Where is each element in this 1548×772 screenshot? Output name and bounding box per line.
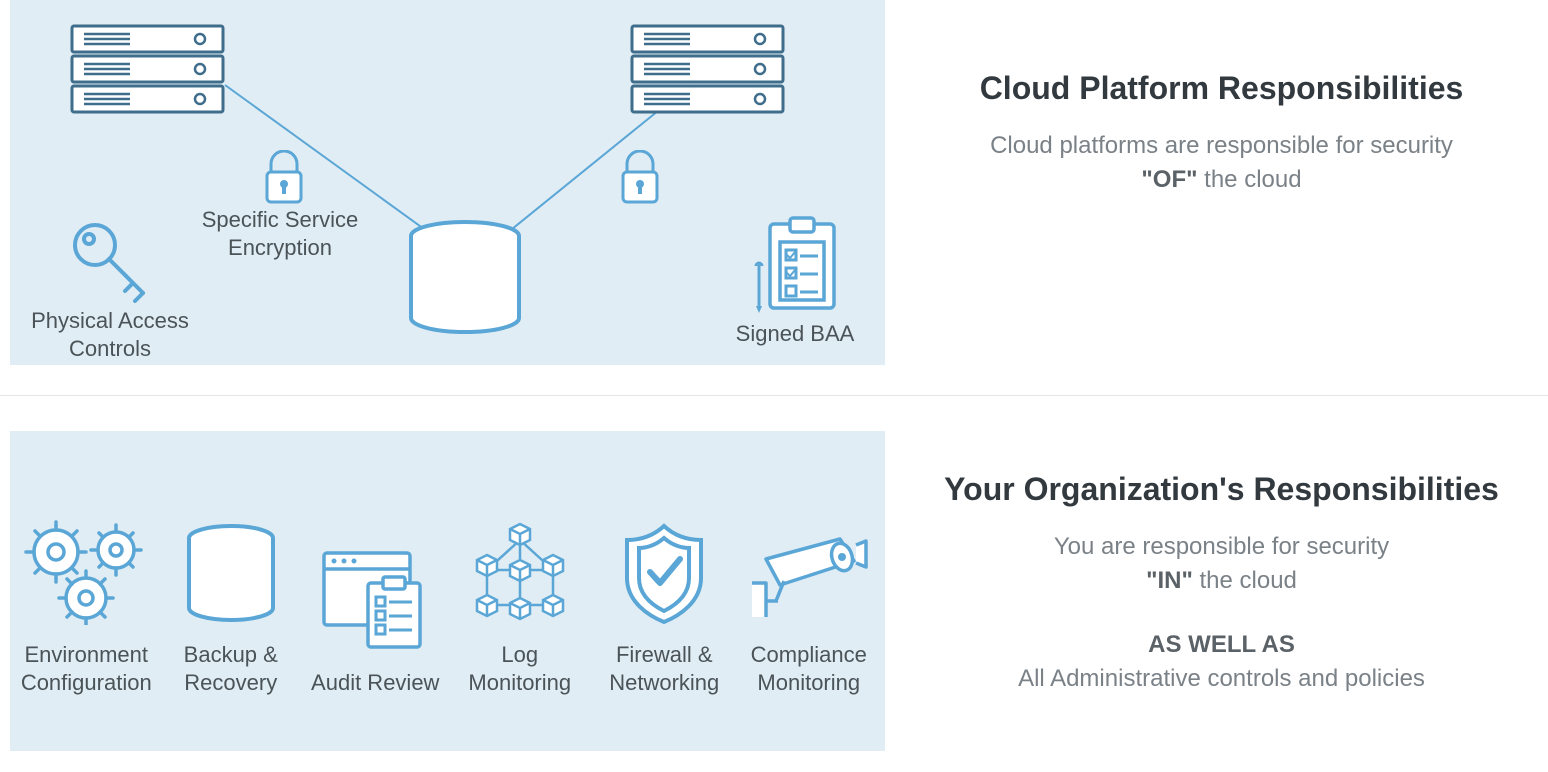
lock-right-icon (619, 150, 661, 206)
database-small-icon (181, 517, 281, 627)
admin-controls-label: All Administrative controls and policies (1018, 665, 1425, 693)
item-compliance-monitoring: Compliance Monitoring (739, 517, 879, 696)
section-divider (0, 395, 1548, 396)
cloud-responsibilities-diagram: Physical Access Controls Specific Servic… (10, 0, 885, 365)
bottom-section: Environment Configuration Backup & Recov… (0, 411, 1548, 771)
item-label: Firewall & Networking (594, 641, 734, 696)
gears-icon (21, 517, 151, 627)
item-label: Backup & Recovery (161, 641, 301, 696)
org-sub-in: "IN" (1146, 567, 1193, 594)
signed-baa-label: Signed BAA (720, 320, 870, 348)
as-well-as-label: AS WELL AS (1148, 631, 1295, 659)
item-environment-config: Environment Configuration (16, 517, 156, 696)
org-subtitle: You are responsible for security "IN" th… (1054, 530, 1389, 597)
item-firewall-networking: Firewall & Networking (594, 517, 734, 696)
item-label: Audit Review (311, 669, 439, 697)
key-icon (65, 215, 157, 307)
item-log-monitoring: Log Monitoring (450, 517, 590, 696)
audit-window-icon (320, 545, 430, 655)
item-backup-recovery: Backup & Recovery (161, 517, 301, 696)
org-responsibilities-text: Your Organization's Responsibilities You… (895, 431, 1548, 771)
top-section: Physical Access Controls Specific Servic… (0, 0, 1548, 385)
org-title: Your Organization's Responsibilities (944, 471, 1499, 508)
server-stack-left-icon (70, 22, 225, 116)
cloud-sub-of: "OF" (1141, 166, 1197, 193)
cloud-title: Cloud Platform Responsibilities (980, 70, 1464, 107)
network-cubes-icon (465, 517, 575, 627)
org-sub-line2: the cloud (1193, 567, 1297, 594)
item-label: Log Monitoring (450, 641, 590, 696)
cloud-responsibilities-text: Cloud Platform Responsibilities Cloud pl… (895, 0, 1548, 385)
server-stack-right-icon (630, 22, 785, 116)
item-label: Compliance Monitoring (739, 641, 879, 696)
lock-left-icon (263, 150, 305, 206)
encryption-label: Specific Service Encryption (190, 206, 370, 261)
shield-check-icon (617, 517, 712, 627)
cloud-sub-post: the cloud (1198, 166, 1302, 193)
physical-access-label: Physical Access Controls (20, 307, 200, 362)
clipboard-icon (750, 216, 845, 316)
database-icon (405, 218, 525, 336)
item-label: Environment Configuration (16, 641, 156, 696)
item-audit-review: Audit Review (305, 545, 445, 697)
cloud-subtitle: Cloud platforms are responsible for secu… (962, 129, 1482, 196)
org-responsibilities-diagram: Environment Configuration Backup & Recov… (10, 431, 885, 751)
cloud-sub-pre: Cloud platforms are responsible for secu… (990, 132, 1453, 159)
cctv-camera-icon (746, 517, 871, 627)
org-sub-line1: You are responsible for security (1054, 533, 1389, 560)
